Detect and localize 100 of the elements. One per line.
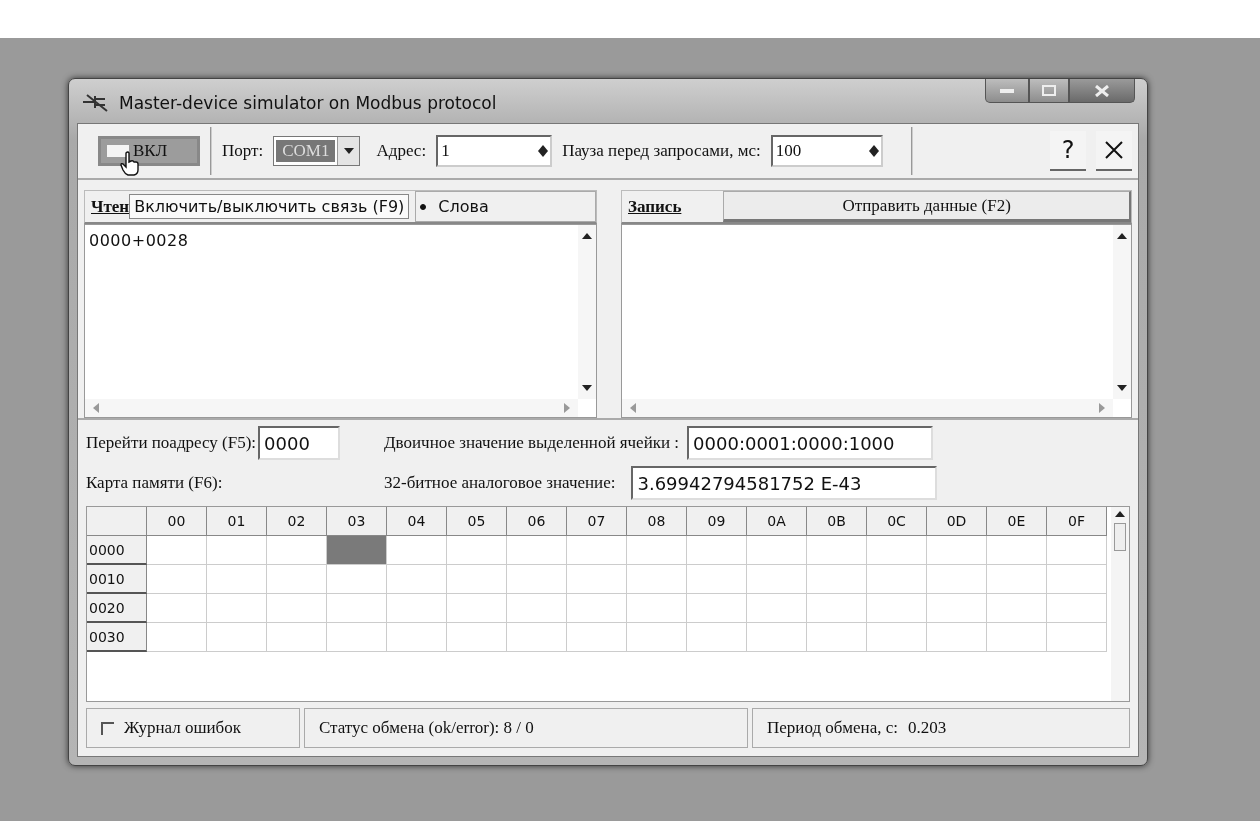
close-button[interactable] (1069, 79, 1135, 103)
minimize-icon (1000, 88, 1014, 93)
column-header: 02 (267, 507, 327, 536)
close-button[interactable] (1096, 131, 1132, 171)
memory-cell[interactable] (207, 623, 267, 652)
goto-address-label: Перейти поадресу (F5): (86, 433, 257, 453)
memory-cell[interactable] (207, 536, 267, 565)
memory-cell[interactable] (627, 536, 687, 565)
memory-map-label: Карта памяти (F6): (86, 473, 223, 493)
read-text-area[interactable]: 0000+0028 (84, 224, 597, 418)
grid-corner (87, 507, 147, 536)
up-arrow-icon (582, 233, 592, 239)
memory-cell[interactable] (267, 536, 327, 565)
memory-cell[interactable] (627, 594, 687, 623)
words-radio[interactable]: Слова (415, 191, 596, 222)
column-header: 0E (987, 507, 1047, 536)
memory-cell[interactable] (687, 594, 747, 623)
vertical-scrollbar[interactable] (1111, 507, 1129, 701)
memory-cell[interactable] (687, 536, 747, 565)
row-header: 0000 (87, 536, 147, 565)
memory-cell[interactable] (987, 623, 1047, 652)
help-button[interactable]: ? (1050, 131, 1086, 171)
memory-cell[interactable] (807, 565, 867, 594)
memory-cell[interactable] (627, 623, 687, 652)
write-text-area[interactable] (621, 224, 1132, 418)
memory-cell[interactable] (447, 536, 507, 565)
memory-cell[interactable] (267, 623, 327, 652)
maximize-button[interactable] (1029, 79, 1069, 103)
scrollbar-thumb[interactable] (1114, 523, 1126, 551)
memory-cell[interactable] (207, 565, 267, 594)
memory-cell[interactable] (807, 594, 867, 623)
vertical-scrollbar[interactable] (1113, 225, 1131, 399)
send-data-button[interactable]: Отправить данные (F2) (723, 191, 1131, 222)
horizontal-scrollbar[interactable] (622, 399, 1113, 417)
memory-cell[interactable] (147, 536, 207, 565)
address-spinner[interactable]: 1 (436, 135, 553, 167)
analog-value-field[interactable]: 3.69942794581752 E-43 (631, 466, 938, 500)
memory-cell[interactable] (807, 536, 867, 565)
memory-cell[interactable] (987, 565, 1047, 594)
memory-cell[interactable] (447, 623, 507, 652)
memory-cell[interactable] (927, 565, 987, 594)
memory-cell[interactable] (567, 623, 627, 652)
memory-cell[interactable] (327, 623, 387, 652)
memory-cell[interactable] (867, 594, 927, 623)
memory-cell[interactable] (507, 594, 567, 623)
memory-cell[interactable] (807, 623, 867, 652)
memory-cell[interactable] (1047, 623, 1107, 652)
memory-cell[interactable] (147, 623, 207, 652)
memory-cell[interactable] (507, 536, 567, 565)
memory-cell[interactable] (447, 594, 507, 623)
memory-cell[interactable] (1047, 565, 1107, 594)
memory-cell[interactable] (687, 623, 747, 652)
memory-cell[interactable] (567, 565, 627, 594)
port-label: Порт: (222, 141, 264, 161)
vertical-scrollbar[interactable] (578, 225, 596, 399)
goto-address-field[interactable]: 0000 (258, 426, 341, 460)
memory-cell[interactable] (747, 594, 807, 623)
memory-cell[interactable] (927, 623, 987, 652)
minimize-button[interactable] (985, 79, 1029, 103)
memory-cell[interactable] (927, 594, 987, 623)
memory-cell[interactable] (327, 565, 387, 594)
binary-value-field[interactable]: 0000:0001:0000:1000 (687, 426, 934, 460)
memory-cell[interactable] (987, 594, 1047, 623)
memory-cell[interactable] (147, 565, 207, 594)
memory-cell[interactable] (567, 594, 627, 623)
memory-cell[interactable] (387, 594, 447, 623)
memory-cell[interactable] (267, 594, 327, 623)
memory-cell[interactable] (1047, 594, 1107, 623)
memory-cell[interactable] (507, 623, 567, 652)
memory-cell[interactable] (387, 565, 447, 594)
memory-cell[interactable] (927, 536, 987, 565)
memory-cell[interactable] (147, 594, 207, 623)
memory-cell[interactable] (627, 565, 687, 594)
column-header: 05 (447, 507, 507, 536)
memory-cell[interactable] (387, 536, 447, 565)
memory-cell[interactable] (567, 536, 627, 565)
error-log-checkbox[interactable] (101, 721, 114, 735)
memory-cell[interactable] (387, 623, 447, 652)
memory-cell[interactable] (867, 623, 927, 652)
memory-cell[interactable] (447, 565, 507, 594)
pause-spinner[interactable]: 100 (770, 135, 883, 167)
memory-cell[interactable] (327, 536, 387, 565)
memory-cell[interactable] (867, 565, 927, 594)
memory-cell[interactable] (987, 536, 1047, 565)
memory-cell[interactable] (687, 565, 747, 594)
analog-value-label: 32-битное аналоговое значение: (384, 473, 616, 493)
down-arrow-icon (343, 148, 354, 154)
memory-cell[interactable] (747, 565, 807, 594)
memory-cell[interactable] (207, 594, 267, 623)
memory-cell[interactable] (867, 536, 927, 565)
memory-cell[interactable] (507, 565, 567, 594)
row-header: 0020 (87, 594, 147, 623)
memory-cell[interactable] (747, 623, 807, 652)
memory-cell[interactable] (747, 536, 807, 565)
memory-cell[interactable] (1047, 536, 1107, 565)
column-header: 00 (147, 507, 207, 536)
pause-label: Пауза перед запросами, мс: (562, 141, 761, 161)
memory-cell[interactable] (327, 594, 387, 623)
horizontal-scrollbar[interactable] (85, 399, 578, 417)
memory-cell[interactable] (267, 565, 327, 594)
